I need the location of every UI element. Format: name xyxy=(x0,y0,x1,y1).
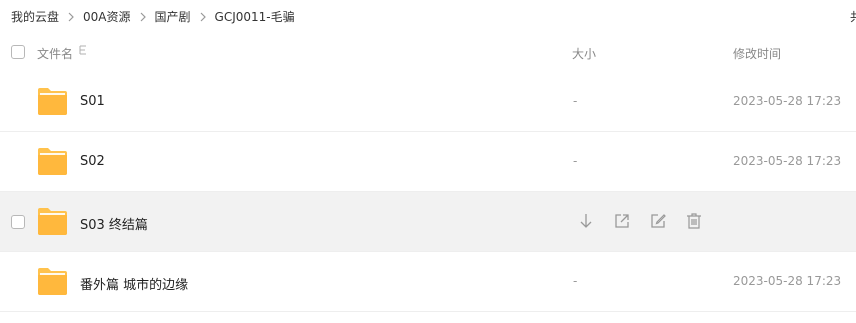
file-row-s01[interactable]: S01 - 2023-05-28 17:23 xyxy=(0,72,856,132)
file-row-s03[interactable]: S03 终结篇 xyxy=(0,192,856,252)
file-name[interactable]: S01 xyxy=(80,94,105,109)
breadcrumb: 我的云盘 00A资源 国产剧 GCJ0011-毛骗 共 xyxy=(0,0,856,32)
file-size: - xyxy=(573,274,578,288)
file-size: - xyxy=(573,154,578,168)
column-header-modified[interactable]: 修改时间 xyxy=(733,45,781,62)
column-header-size[interactable]: 大小 xyxy=(572,45,596,62)
breadcrumb-item-00a[interactable]: 00A资源 xyxy=(83,8,130,25)
file-row-extra[interactable]: 番外篇 城市的边缘 - 2023-05-28 17:23 xyxy=(0,252,856,312)
row-actions xyxy=(577,212,703,230)
file-name[interactable]: S03 终结篇 xyxy=(80,214,148,233)
delete-icon[interactable] xyxy=(685,212,703,230)
breadcrumb-item-domestic[interactable]: 国产剧 xyxy=(155,8,191,25)
folder-icon xyxy=(37,267,68,296)
chevron-right-icon xyxy=(131,9,155,23)
folder-icon xyxy=(37,87,68,116)
file-row-s02[interactable]: S02 - 2023-05-28 17:23 xyxy=(0,132,856,192)
download-icon[interactable] xyxy=(577,212,595,230)
folder-icon xyxy=(37,147,68,176)
rename-icon[interactable] xyxy=(649,212,667,230)
file-modified: 2023-05-28 17:23 xyxy=(733,154,842,168)
breadcrumb-item-my-cloud[interactable]: 我的云盘 xyxy=(11,8,59,25)
breadcrumb-item-current[interactable]: GCJ0011-毛骗 xyxy=(215,8,295,25)
chevron-right-icon xyxy=(191,9,215,23)
file-name[interactable]: 番外篇 城市的边缘 xyxy=(80,274,188,293)
file-modified: 2023-05-28 17:23 xyxy=(733,274,842,288)
chevron-right-icon xyxy=(59,9,83,23)
file-list-header: 文件名 大小 修改时间 xyxy=(0,32,856,72)
sort-icon[interactable] xyxy=(78,44,88,56)
row-checkbox[interactable] xyxy=(11,215,25,229)
file-size: - xyxy=(573,94,578,108)
item-count-label: 共 xyxy=(849,10,856,24)
file-name[interactable]: S02 xyxy=(80,154,105,169)
share-icon[interactable] xyxy=(613,212,631,230)
column-header-name[interactable]: 文件名 xyxy=(37,45,73,62)
file-modified: 2023-05-28 17:23 xyxy=(733,94,842,108)
folder-icon xyxy=(37,207,68,236)
select-all-checkbox[interactable] xyxy=(11,45,25,59)
file-list: S01 - 2023-05-28 17:23 S02 - 2023-05-28 … xyxy=(0,72,856,312)
